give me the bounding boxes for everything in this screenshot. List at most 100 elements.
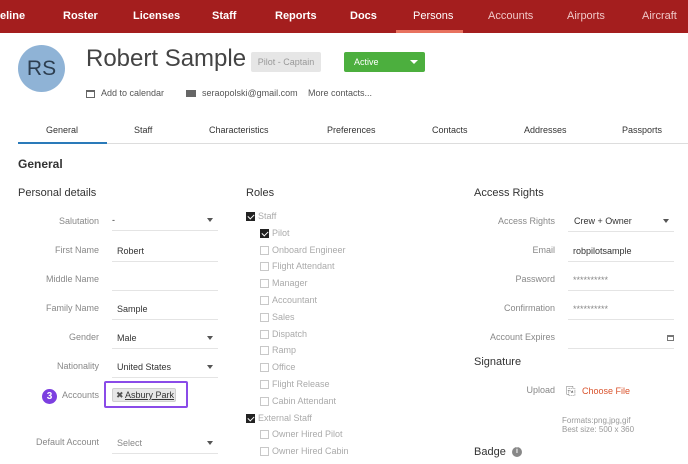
salutation-value: - [112,215,115,225]
family-name-field[interactable]: Sample [112,302,218,320]
upload-formats: Formats:png,jpg,gif [562,416,631,425]
email-link[interactable]: seraopolski@gmail.com [202,88,298,98]
nav-item-aircraft[interactable]: Aircraft [642,0,677,33]
tab-preferences[interactable]: Preferences [327,125,376,135]
role-checkbox[interactable] [260,279,269,289]
chevron-down-icon [410,60,418,64]
role-checkbox[interactable] [260,346,269,356]
nav-item-timeline[interactable]: eline [0,0,25,33]
nationality-label: Nationality [56,361,99,371]
role-checkbox[interactable] [260,430,269,440]
more-contacts-link[interactable]: More contacts... [308,88,372,98]
calendar-icon[interactable] [667,335,674,341]
add-to-calendar-link[interactable]: Add to calendar [101,88,164,98]
nav-item-persons[interactable]: Persons [413,0,453,33]
roles-title: Roles [246,187,275,199]
role-badge: Pilot - Captain [251,52,321,72]
role-label: External Staff [258,412,312,423]
gender-select[interactable]: Male [112,331,218,349]
email-label: Email [532,245,555,255]
access-rights-select[interactable]: Crew + Owner [568,214,674,232]
password-label: Password [515,274,555,284]
status-label: Active [354,57,379,67]
salutation-label: Salutation [58,216,99,226]
role-checkbox[interactable] [260,296,269,305]
confirmation-label: Confirmation [503,303,555,313]
role-checkbox[interactable] [260,228,269,238]
nav-active-indicator [396,30,463,33]
nav-item-licenses[interactable]: Licenses [133,0,180,33]
tab-contacts[interactable]: Contacts [432,125,468,135]
gender-label: Gender [68,332,99,342]
role-checkbox[interactable] [246,413,255,423]
account-expires-field[interactable] [568,331,674,349]
mail-icon [186,90,196,97]
chevron-down-icon [207,218,213,222]
choose-file-button[interactable]: Choose File [582,386,630,396]
avatar: RS [18,45,65,92]
nationality-select[interactable]: United States [112,360,218,378]
paperclip-icon: ⎘ [566,384,576,398]
calendar-icon [86,90,95,98]
chevron-down-icon [207,441,213,445]
tab-characteristics[interactable]: Characteristics [209,125,269,135]
section-title: General [18,157,63,171]
salutation-select[interactable]: - [112,213,218,231]
tab-passports[interactable]: Passports [622,125,662,135]
role-label: Staff [258,211,277,221]
role-label: Cabin Attendant [272,395,337,406]
default-account-placeholder: Select [117,438,143,448]
role-checkbox[interactable] [260,396,269,406]
middle-name-field[interactable] [112,273,218,291]
role-label: Pilot [272,227,290,238]
account-chip-label: Asbury Park [125,390,175,400]
chevron-down-icon [663,219,669,223]
family-name-label: Family Name [45,303,99,313]
email-field[interactable]: robpilotsample [568,244,674,262]
nav-item-docs[interactable]: Docs [350,0,377,33]
info-icon[interactable]: i [512,447,522,457]
role-label: Office [272,362,296,373]
signature-title: Signature [474,356,522,368]
upload-hint: Formats:png,jpg,gif Best size: 500 x 360 [562,416,634,434]
access-rights-value: Crew + Owner [574,216,632,226]
status-dropdown[interactable]: Active [344,52,425,72]
role-checkbox[interactable] [260,329,269,339]
role-checkbox[interactable] [260,262,269,272]
tab-general[interactable]: General [46,125,78,135]
nav-item-roster[interactable]: Roster [63,0,98,33]
confirmation-field[interactable]: ********** [568,302,674,320]
role-checkbox[interactable] [260,447,269,457]
role-checkbox[interactable] [260,312,269,322]
tab-addresses[interactable]: Addresses [524,125,567,135]
role-label: Sales [272,311,295,322]
first-name-label: First Name [54,245,99,255]
role-label: Onboard Engineer [272,244,346,255]
role-checkbox[interactable] [246,212,255,221]
nav-item-staff[interactable]: Staff [212,0,236,33]
tab-active-indicator [18,142,107,144]
default-account-select[interactable]: Select [112,436,218,454]
role-checkbox[interactable] [260,363,269,373]
account-chip[interactable]: ✖ Asbury Park [112,388,176,402]
tab-staff[interactable]: Staff [134,125,152,135]
role-checkbox[interactable] [260,380,269,389]
role-label: Dispatch [272,328,308,339]
top-navigation: eline Roster Licenses Staff Reports Docs… [0,0,688,33]
role-checkbox[interactable] [260,245,269,255]
password-field[interactable]: ********** [568,273,674,291]
chevron-down-icon [207,336,213,340]
role-label: Ramp [272,345,297,356]
default-account-label: Default Account [35,437,99,447]
access-rights-title: Access Rights [474,187,544,199]
access-rights-label: Access Rights [497,216,555,226]
account-expires-label: Account Expires [489,332,555,342]
remove-icon[interactable]: ✖ [116,389,124,401]
first-name-field[interactable]: Robert [112,244,218,262]
person-name: Robert Sample [86,45,247,72]
nav-item-reports[interactable]: Reports [275,0,317,33]
nav-item-accounts[interactable]: Accounts [488,0,533,33]
nav-item-airports[interactable]: Airports [567,0,605,33]
upload-label: Upload [526,385,555,395]
role-label: Owner Hired Pilot [272,429,343,440]
